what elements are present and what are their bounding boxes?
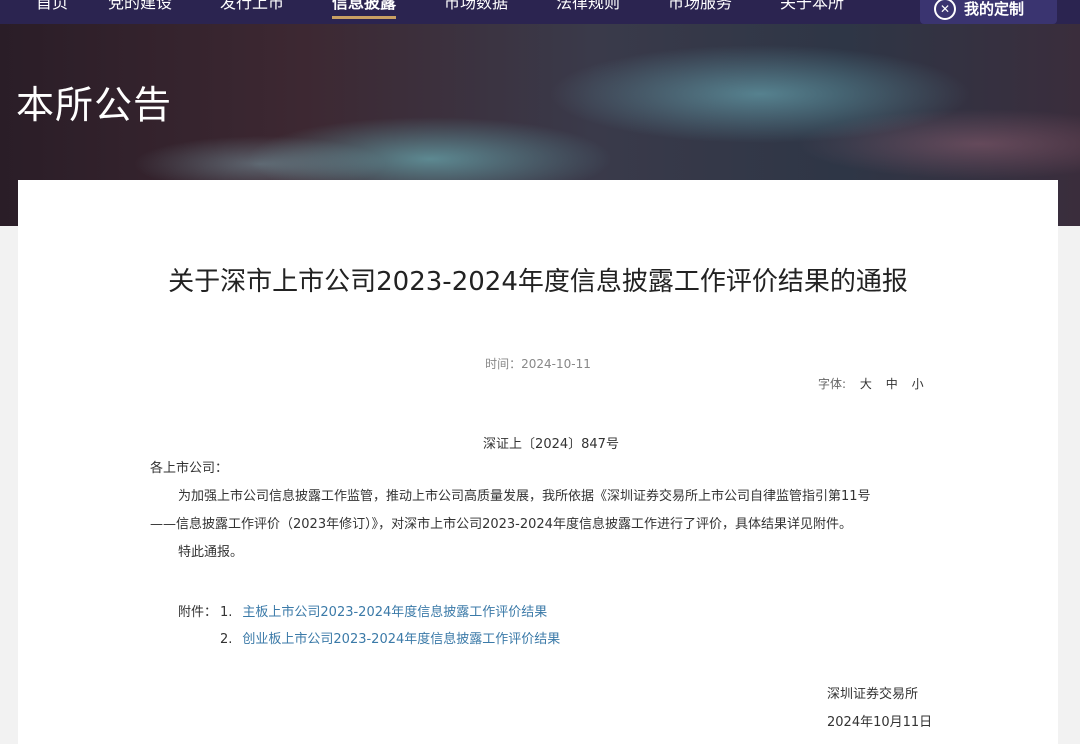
sign-date: 2024年10月11日 — [827, 715, 933, 730]
paragraph-line-2: ——信息披露工作评价（2023年修订）》，对深市上市公司2023-2024年度信… — [150, 517, 852, 532]
article-title: 关于深市上市公司2023-2024年度信息披露工作评价结果的通报 — [168, 267, 908, 297]
attachment-number: 2. — [220, 632, 233, 647]
closing-text: 特此通报。 — [178, 545, 244, 560]
attachments-label: 附件： — [178, 605, 218, 620]
signature: 深圳证券交易所 — [827, 687, 919, 702]
publish-time: 时间：2024-10-11 — [485, 357, 591, 371]
nav-item-disclosure[interactable]: 信息披露 — [332, 0, 397, 19]
font-size-selector: 字体: 大 中 小 — [818, 375, 924, 392]
attachment-item: 1. 主板上市公司2023-2024年度信息披露工作评价结果 — [220, 601, 547, 620]
paragraph-line-1: 为加强上市公司信息披露工作监管，推动上市公司高质量发展，我所依据《深圳证券交易所… — [178, 489, 871, 504]
font-size-small[interactable]: 小 — [912, 377, 924, 391]
attachment-link-main-board[interactable]: 主板上市公司2023-2024年度信息披露工作评价结果 — [242, 605, 547, 620]
nav-item-rules[interactable]: 法律规则 — [556, 0, 620, 15]
attachment-number: 1. — [220, 605, 233, 620]
article-card: 关于深市上市公司2023-2024年度信息披露工作评价结果的通报 时间：2024… — [18, 180, 1058, 744]
nav-item-party[interactable]: 党的建设 — [108, 0, 172, 15]
nav-item-home[interactable]: 首页 — [36, 0, 68, 15]
top-nav: 首页 党的建设 发行上市 信息披露 市场数据 法律规则 市场服务 关于本所 ✕ … — [0, 0, 1080, 24]
nav-item-market-data[interactable]: 市场数据 — [444, 0, 508, 15]
my-subscription-label: 我的定制 — [964, 0, 1025, 18]
nav-item-about[interactable]: 关于本所 — [780, 0, 844, 15]
salutation: 各上市公司： — [150, 461, 229, 476]
font-size-large[interactable]: 大 — [860, 377, 872, 391]
my-subscription-button[interactable]: ✕ 我的定制 — [920, 0, 1057, 24]
close-circle-icon: ✕ — [934, 0, 956, 20]
font-size-label: 字体: — [818, 377, 847, 391]
document-number: 深证上〔2024〕847号 — [483, 437, 619, 452]
attachment-item: 2. 创业板上市公司2023-2024年度信息披露工作评价结果 — [220, 628, 560, 647]
nav-item-services[interactable]: 市场服务 — [668, 0, 732, 15]
attachment-link-chinext[interactable]: 创业板上市公司2023-2024年度信息披露工作评价结果 — [242, 632, 560, 647]
nav-item-listing[interactable]: 发行上市 — [220, 0, 284, 15]
banner-title: 本所公告 — [16, 83, 173, 127]
font-size-medium[interactable]: 中 — [886, 377, 898, 391]
